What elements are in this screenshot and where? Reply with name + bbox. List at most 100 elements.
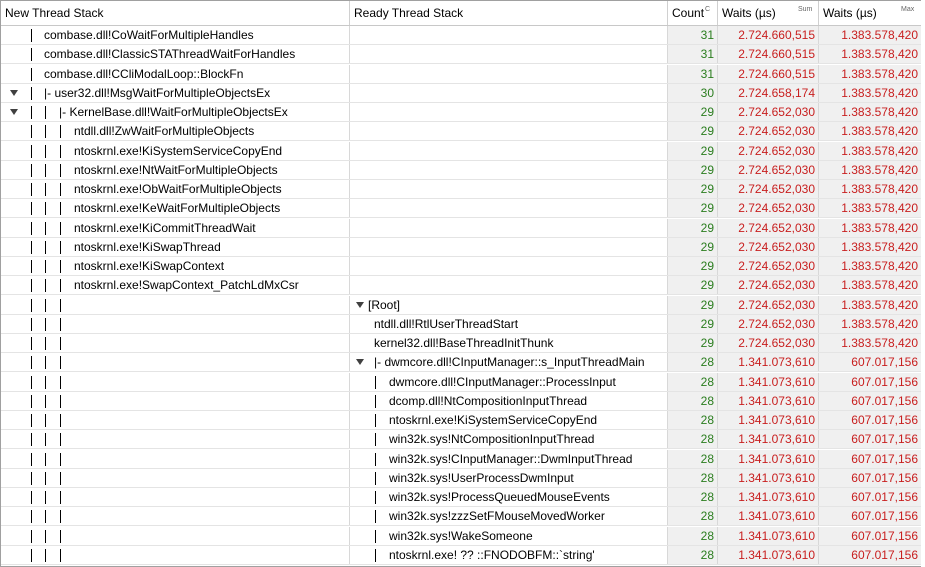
waits-max-cell: 1.383.578,420 [819, 64, 922, 83]
table-row[interactable]: ntdll.dll!RtlUserThreadStart 29 2.724.652,… [1, 314, 922, 334]
table-row[interactable]: win32k.sys!CInputManager::DwmInputThread… [1, 449, 922, 469]
count-cell: 28 [668, 430, 718, 449]
column-header-waits-sum[interactable]: Waits (µs) Sum [718, 1, 819, 25]
tree-guide-line [60, 471, 61, 485]
table-row[interactable]: ntoskrnl.exe!KiSystemServiceCopyEnd 29 2.7… [1, 141, 922, 161]
tree-guide-line [60, 144, 61, 158]
count-cell: 29 [668, 314, 718, 333]
table-row[interactable]: dcomp.dll!NtCompositionInputThread 28 1.34… [1, 391, 922, 411]
tree-guide-line [31, 491, 32, 504]
new-thread-stack-cell [1, 391, 350, 410]
tree-guide-line [375, 548, 376, 562]
new-thread-stack-frame: ntoskrnl.exe!KiSwapThread [74, 239, 221, 254]
table-row[interactable]: ntoskrnl.exe!KeWaitForMultipleObjects 29 2… [1, 199, 922, 219]
count-cell: 29 [668, 334, 718, 352]
waits-sum-cell: 2.724.652,030 [718, 122, 819, 141]
count-cell: 29 [668, 160, 718, 179]
table-row[interactable]: ntoskrnl.exe!SwapContext_PatchLdMxCsr 29 2… [1, 276, 922, 296]
new-thread-stack-frame: |- user32.dll!MsgWaitForMultipleObjectsE… [44, 85, 271, 100]
tree-guide-line [45, 183, 46, 196]
count-cell: 29 [668, 199, 718, 218]
table-row[interactable]: combase.dll!ClassicSTAThreadWaitForHandl… [1, 45, 922, 65]
table-row[interactable]: ntoskrnl.exe!KiSystemServiceCopyEnd 28 1.3… [1, 411, 922, 430]
new-thread-stack-cell: ntoskrnl.exe!KiSystemServiceCopyEnd [1, 141, 350, 160]
waits-sum-cell: 1.341.073,610 [718, 391, 819, 410]
tree-guide-line [60, 298, 61, 312]
expand-collapse-icon[interactable] [356, 359, 364, 366]
table-row[interactable]: [Root] 29 2.724.652,030 1.383.578,420 [1, 295, 922, 315]
waits-max-cell: 1.383.578,420 [819, 45, 922, 64]
ready-thread-stack-cell [350, 276, 668, 295]
tree-guide-line [375, 510, 376, 524]
table-row[interactable]: win32k.sys!zzzSetFMouseMovedWorker 28 1.34… [1, 507, 922, 527]
column-header-sublabel: C [705, 6, 711, 13]
expand-collapse-icon[interactable] [10, 89, 18, 96]
table-row[interactable]: ntoskrnl.exe!KiCommitThreadWait 29 2.724.6… [1, 218, 922, 238]
waits-sum-cell: 1.341.073,610 [718, 430, 819, 449]
table-header: New Thread Stack Ready Thread Stack Coun… [1, 1, 922, 26]
new-thread-stack-cell: ntoskrnl.exe!NtWaitForMultipleObjects [1, 160, 350, 179]
table-row[interactable]: kernel32.dll!BaseThreadInitThunk 29 2.724.… [1, 334, 922, 353]
waits-sum-cell: 2.724.652,030 [718, 103, 819, 121]
new-thread-stack-cell: ntoskrnl.exe!ObWaitForMultipleObjects [1, 180, 350, 198]
table-row[interactable]: ntdll.dll!ZwWaitForMultipleObjects 29 2.72… [1, 122, 922, 142]
table-row[interactable]: combase.dll!CCliModalLoop::BlockFn 31 2.72… [1, 64, 922, 84]
table-row[interactable]: win32k.sys!NtCompositionInputThread 28 1.3… [1, 430, 922, 450]
expand-collapse-icon[interactable] [10, 109, 18, 115]
table-row[interactable]: ntoskrnl.exe! ?? ::FNODOBFM::`string' 28 1… [1, 545, 922, 565]
count-cell: 29 [668, 141, 718, 160]
vertical-scrollbar[interactable] [921, 0, 925, 567]
ready-thread-stack-cell [350, 45, 668, 64]
ready-thread-stack-frame: dwmcore.dll!CInputManager::ProcessInput [389, 374, 616, 389]
waits-max-cell: 1.383.578,420 [819, 334, 922, 352]
ready-thread-stack-cell: win32k.sys!WakeSomeone [350, 526, 668, 545]
tree-guide-line [60, 356, 61, 370]
ready-thread-stack-cell [350, 103, 668, 121]
waits-max-cell: 1.383.578,420 [819, 314, 922, 333]
tree-guide-line [375, 394, 376, 408]
new-thread-stack-cell [1, 526, 350, 545]
column-header-ready-thread-stack[interactable]: Ready Thread Stack [350, 1, 668, 25]
waits-max-cell: 1.383.578,420 [819, 218, 922, 237]
count-cell: 28 [668, 507, 718, 526]
table-row[interactable]: dwmcore.dll!CInputManager::ProcessInput 2… [1, 372, 922, 392]
table-row[interactable]: win32k.sys!ProcessQueuedMouseEvents 28 1.3… [1, 488, 922, 507]
table-row[interactable]: |- KernelBase.dll!WaitForMultipleObjects… [1, 103, 922, 122]
ready-thread-stack-cell [350, 218, 668, 237]
waits-max-cell: 1.383.578,420 [819, 26, 922, 44]
table-row[interactable]: win32k.sys!WakeSomeone 28 1.341.073,610 607… [1, 526, 922, 546]
waits-sum-cell: 2.724.652,030 [718, 141, 819, 160]
tree-guide-line [31, 452, 32, 466]
tree-guide-line [375, 452, 376, 466]
count-cell: 31 [668, 64, 718, 83]
column-header-new-thread-stack[interactable]: New Thread Stack [1, 1, 350, 25]
tree-guide-line [31, 29, 32, 42]
column-header-waits-max[interactable]: Waits (µs) Max [819, 1, 922, 25]
tree-guide-line [45, 548, 46, 562]
ready-thread-stack-cell: win32k.sys!zzzSetFMouseMovedWorker [350, 507, 668, 526]
table-row[interactable]: |- dwmcore.dll!CInputManager::s_InputThr… [1, 353, 922, 373]
table-row[interactable]: ntoskrnl.exe!KiSwapContext 29 2.724.652,03… [1, 257, 922, 276]
ready-thread-stack-cell [350, 64, 668, 83]
table-row[interactable]: ntoskrnl.exe!KiSwapThread 29 2.724.652,030… [1, 237, 922, 257]
new-thread-stack-frame: combase.dll!CCliModalLoop::BlockFn [44, 66, 244, 81]
count-cell: 28 [668, 488, 718, 506]
waits-sum-cell: 2.724.652,030 [718, 160, 819, 179]
table-row[interactable]: ntoskrnl.exe!NtWaitForMultipleObjects 29 2… [1, 160, 922, 180]
ready-thread-stack-cell [350, 257, 668, 275]
tree-guide-line [31, 279, 32, 293]
table-row[interactable]: combase.dll!CoWaitForMultipleHandles 31 2.… [1, 26, 922, 45]
count-cell: 28 [668, 372, 718, 391]
table-row[interactable]: |- user32.dll!MsgWaitForMultipleObjectsE… [1, 83, 922, 103]
new-thread-stack-cell [1, 430, 350, 449]
table-row[interactable]: ntoskrnl.exe!ObWaitForMultipleObjects 29 2… [1, 180, 922, 199]
column-header-count[interactable]: Count C [668, 1, 718, 25]
expand-collapse-icon[interactable] [356, 301, 364, 308]
waits-max-cell: 607.017,156 [819, 488, 922, 506]
tree-guide-line [375, 471, 376, 485]
new-thread-stack-cell [1, 449, 350, 468]
count-cell: 29 [668, 237, 718, 256]
waits-max-cell: 1.383.578,420 [819, 83, 922, 102]
table-row[interactable]: win32k.sys!UserProcessDwmInput 28 1.341.07… [1, 468, 922, 488]
waits-max-cell: 1.383.578,420 [819, 180, 922, 198]
